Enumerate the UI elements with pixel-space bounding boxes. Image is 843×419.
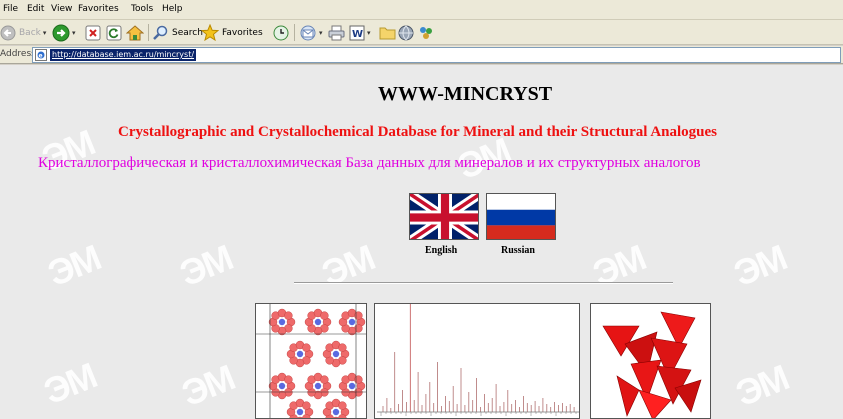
favorites-label: Favorites — [222, 27, 263, 38]
watermark-logo: ЭМ — [42, 236, 106, 295]
oxygen-atom — [284, 311, 293, 320]
svg-text:e: e — [39, 53, 43, 60]
watermark-logo: ЭМ — [38, 354, 102, 413]
uk-flag-icon — [410, 194, 478, 239]
address-url[interactable]: http://database.iem.ac.ru/mincryst/ — [50, 49, 197, 61]
toolbar-separator — [294, 24, 295, 41]
oxygen-atom — [338, 401, 347, 410]
address-input[interactable]: e http://database.iem.ac.ru/mincryst/ — [32, 47, 841, 63]
atom-structure-icon — [256, 304, 366, 418]
favorites-button[interactable]: Favorites — [201, 22, 263, 43]
watermark-logo: ЭМ — [730, 356, 794, 415]
polyhedra-icon — [591, 304, 710, 418]
cation-atom — [332, 408, 340, 416]
mail-button[interactable]: ▾ — [299, 22, 323, 43]
menu-tools[interactable]: Tools — [131, 4, 153, 15]
menu-favorites[interactable]: Favorites — [78, 4, 119, 15]
page-title: WWW-MINCRYST — [378, 83, 553, 105]
cation-atom — [348, 382, 356, 390]
folder-icon — [379, 27, 396, 40]
cation-atom — [314, 318, 322, 326]
oxygen-atom — [320, 311, 329, 320]
watermark-logo: ЭМ — [316, 236, 380, 295]
search-button[interactable]: Search — [153, 22, 203, 43]
cation-atom — [348, 318, 356, 326]
back-dropdown-icon[interactable]: ▾ — [43, 29, 47, 37]
cation-atom — [278, 318, 286, 326]
russian-flag-link[interactable] — [486, 193, 556, 240]
printer-icon — [328, 25, 345, 40]
globe-icon — [398, 25, 414, 40]
polyhedra-image[interactable] — [590, 303, 711, 419]
english-label[interactable]: English — [425, 245, 457, 256]
oxygen-atom — [354, 311, 363, 320]
star-icon — [201, 24, 219, 41]
subtitle-english: Crystallographic and Crystallochemical D… — [118, 124, 718, 140]
address-bar: Address e http://database.iem.ac.ru/minc… — [0, 46, 843, 64]
forward-dropdown-icon[interactable]: ▾ — [72, 29, 76, 37]
search-icon — [153, 25, 168, 40]
menu-help[interactable]: Help — [162, 4, 183, 15]
stop-button[interactable] — [85, 22, 101, 43]
refresh-icon — [106, 25, 122, 40]
home-button[interactable] — [126, 22, 144, 43]
back-button[interactable]: Back ▾ — [0, 22, 46, 43]
subtitle-russian: Кристаллографическая и кристаллохимическ… — [38, 155, 701, 171]
stop-icon — [85, 25, 101, 40]
menu-view[interactable]: View — [51, 4, 72, 15]
cation-atom — [278, 382, 286, 390]
forward-arrow-icon — [52, 24, 70, 41]
back-arrow-icon — [0, 25, 16, 40]
diffraction-pattern-icon — [375, 304, 579, 418]
cation-atom — [296, 350, 304, 358]
discuss-button[interactable] — [379, 22, 396, 43]
oxygen-atom — [320, 375, 329, 384]
watermark-logo: ЭМ — [174, 236, 238, 295]
toolbar-separator — [148, 24, 149, 41]
cation-atom — [296, 408, 304, 416]
russia-flag-icon — [487, 194, 555, 239]
history-icon — [273, 25, 289, 40]
oxygen-atom — [354, 375, 363, 384]
horizontal-rule — [294, 282, 673, 284]
cation-atom — [314, 382, 322, 390]
svg-text:W: W — [352, 29, 363, 40]
cation-atom — [332, 350, 340, 358]
search-label: Search — [172, 27, 203, 38]
edit-button[interactable]: W ▾ — [349, 22, 371, 43]
refresh-button[interactable] — [106, 22, 122, 43]
xray-pattern-image[interactable] — [374, 303, 580, 419]
edit-dropdown-icon[interactable]: ▾ — [367, 29, 371, 37]
watermark-logo: ЭМ — [728, 236, 792, 295]
history-button[interactable] — [273, 22, 289, 43]
oxygen-atom — [302, 343, 311, 352]
russian-label[interactable]: Russian — [501, 245, 535, 256]
english-flag-link[interactable] — [409, 193, 479, 240]
mail-icon — [300, 25, 316, 40]
oxygen-atom — [338, 343, 347, 352]
watermark-logo: ЭМ — [176, 356, 240, 415]
ie-page-icon: e — [35, 49, 47, 61]
forward-button[interactable]: ▾ — [52, 22, 76, 43]
messenger-button[interactable] — [398, 22, 414, 43]
oxygen-atom — [302, 401, 311, 410]
back-label: Back — [19, 27, 41, 38]
mail-dropdown-icon[interactable]: ▾ — [319, 29, 323, 37]
users-icon — [420, 26, 432, 39]
word-document-icon: W — [349, 25, 365, 40]
watermark-logo: ЭМ — [587, 236, 651, 295]
menu-bar: File Edit View Favorites Tools Help — [0, 0, 843, 20]
toolbar: Back ▾ ▾ Search Favorites ▾ W ▾ — [0, 20, 843, 45]
home-icon — [126, 24, 144, 40]
menu-file[interactable]: File — [3, 4, 18, 15]
menu-edit[interactable]: Edit — [27, 4, 44, 15]
address-label: Address — [0, 49, 36, 59]
oxygen-atom — [284, 375, 293, 384]
research-button[interactable] — [418, 22, 434, 43]
page-content: ЭМ ЭМ ЭМ ЭМ ЭМ ЭМ ЭМ ЭМ ЭМ ЭМ WWW-MINCRY… — [0, 65, 843, 419]
print-button[interactable] — [328, 22, 345, 43]
crystal-structure-image[interactable] — [255, 303, 367, 419]
